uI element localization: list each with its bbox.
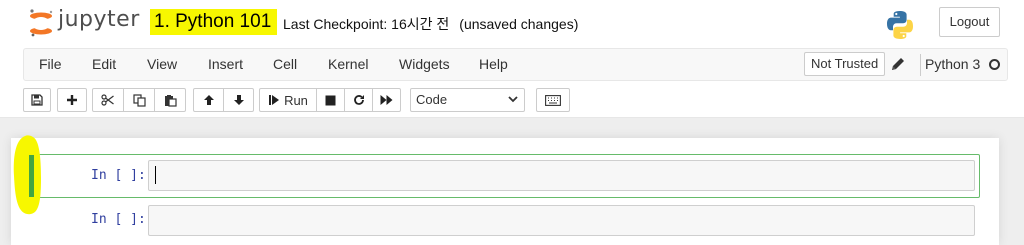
menu-view[interactable]: View [147,49,177,80]
header: jupyter 1. Python 101 Last Checkpoint: 1… [0,0,1024,118]
not-trusted-button[interactable]: Not Trusted [804,52,886,76]
fast-forward-icon [380,95,393,105]
stop-icon [325,95,336,105]
toolbar-clipboard-group [92,88,186,112]
arrow-up-icon [203,95,214,105]
move-up-button[interactable] [193,88,224,112]
menu-insert[interactable]: Insert [208,49,243,80]
toolbar-run-group: Run [259,88,401,112]
menubar: File Edit View Insert Cell Kernel Widget… [23,48,1008,81]
save-button[interactable] [23,88,51,112]
logout-button[interactable]: Logout [939,7,1000,37]
restart-run-all-button[interactable] [372,88,401,112]
copy-icon [132,93,146,107]
menu-edit[interactable]: Edit [92,49,116,80]
toolbar-save-group [23,88,51,112]
chevron-down-icon [508,96,518,103]
highlight-marker [13,135,41,215]
toolbar-move-group [193,88,254,112]
run-button[interactable]: Run [259,88,317,112]
save-icon [31,94,43,106]
menu-widgets[interactable]: Widgets [399,49,450,80]
menu-help[interactable]: Help [479,49,508,80]
code-cell-input[interactable] [148,160,975,191]
command-palette-button[interactable] [536,88,570,112]
toolbar-keyboard-group [536,88,570,112]
code-cell-input[interactable] [148,205,975,236]
menu-file[interactable]: File [39,49,62,80]
keyboard-icon [545,94,561,106]
menu-kernel[interactable]: Kernel [328,49,368,80]
notebook-title[interactable]: 1. Python 101 [150,9,278,35]
text-cursor [155,166,156,184]
python-logo-icon [887,11,913,39]
notebook-title-wrap: 1. Python 101 [150,9,278,36]
cut-icon [101,94,114,106]
interrupt-button[interactable] [316,88,345,112]
copy-button[interactable] [123,88,155,112]
plus-icon [67,95,77,105]
checkpoint-label: Last Checkpoint: 16시간 전 [283,16,450,32]
kernel-separator [920,54,921,76]
restart-icon [353,95,364,105]
menu-cell[interactable]: Cell [273,49,297,80]
kernel-idle-indicator-icon [989,59,1000,70]
cut-button[interactable] [92,88,124,112]
paste-button[interactable] [154,88,186,112]
move-down-button[interactable] [223,88,254,112]
unsaved-changes-label: (unsaved changes) [459,16,579,32]
cell-type-select[interactable]: Code [410,88,525,112]
paste-icon [164,94,177,107]
cell-prompt: In [ ]: [91,212,146,227]
cell-type-value: Code [416,92,448,107]
pencil-icon[interactable] [890,56,906,72]
run-label: Run [284,92,308,108]
kernel-name[interactable]: Python 3 [925,49,980,80]
step-forward-icon [269,95,280,105]
insert-cell-button[interactable] [57,88,87,112]
arrow-down-icon [233,95,244,105]
cell-prompt: In [ ]: [91,168,146,183]
logo-text: jupyter [58,7,140,32]
toolbar-insert-group [57,88,87,112]
restart-button[interactable] [344,88,373,112]
checkpoint-status: Last Checkpoint: 16시간 전 (unsaved changes) [283,14,578,34]
